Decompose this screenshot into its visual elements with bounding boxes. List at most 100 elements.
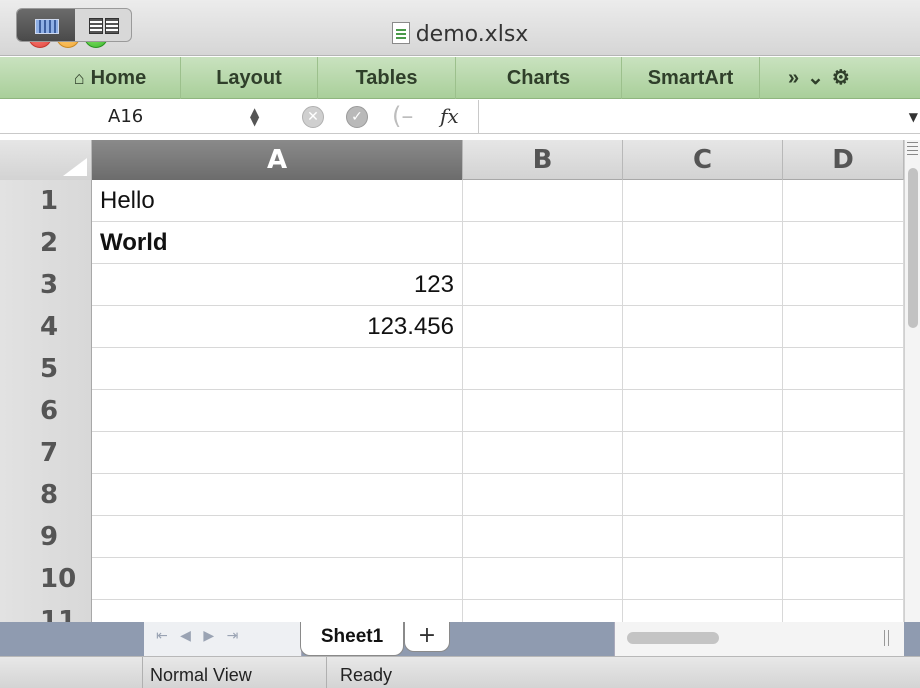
cell-b2[interactable] [463,222,623,264]
status-view-mode: Normal View [150,665,252,685]
cell-d4[interactable] [783,306,904,348]
sheet-tab-sheet1[interactable]: Sheet1 [300,622,404,656]
function-button[interactable]: fx [440,104,459,128]
cell-c11[interactable] [623,600,783,622]
cell-d10[interactable] [783,558,904,600]
row-header[interactable]: 1 [0,180,92,222]
table-row: 10 [0,558,904,600]
cell-b1[interactable] [463,180,623,222]
cell-d5[interactable] [783,348,904,390]
cell-c7[interactable] [623,432,783,474]
cell-d9[interactable] [783,516,904,558]
row-header[interactable]: 4 [0,306,92,348]
cell-b9[interactable] [463,516,623,558]
row-header[interactable]: 7 [0,432,92,474]
vertical-scroll-thumb[interactable] [908,168,918,328]
cell-b8[interactable] [463,474,623,516]
page-layout-view-icon[interactable] [75,9,131,41]
cell-c1[interactable] [623,180,783,222]
tab-tables[interactable]: Tables [318,57,456,99]
table-row: 11 [0,600,904,622]
cell-d8[interactable] [783,474,904,516]
tab-smartart[interactable]: SmartArt [622,57,760,99]
cell-b7[interactable] [463,432,623,474]
normal-view-icon[interactable] [17,9,75,41]
chevron-down-icon[interactable]: ⌄ [807,67,832,89]
row-header[interactable]: 8 [0,474,92,516]
vertical-scrollbar[interactable] [904,140,920,622]
row-header[interactable]: 10 [0,558,92,600]
insert-function-paren-icon[interactable]: (– [392,102,413,130]
tab-layout[interactable]: Layout [181,57,318,99]
cell-a3[interactable]: 123 [92,264,463,306]
cell-d6[interactable] [783,390,904,432]
cell-d11[interactable] [783,600,904,622]
column-header-a[interactable]: A [92,140,463,180]
column-headers: A B C D [0,140,904,180]
cell-c9[interactable] [623,516,783,558]
cell-b6[interactable] [463,390,623,432]
home-icon: ⌂ [73,68,85,88]
cell-c8[interactable] [623,474,783,516]
sheet-tabs-bar: ⇤ ◀ ▶ ⇥ Sheet1 + [0,622,920,656]
tab-charts[interactable]: Charts [456,57,622,99]
row-header[interactable]: 5 [0,348,92,390]
cancel-formula-button[interactable]: ✕ [302,106,324,128]
cell-b11[interactable] [463,600,623,622]
column-header-b[interactable]: B [463,140,623,180]
cell-a8[interactable] [92,474,463,516]
row-header[interactable]: 9 [0,516,92,558]
cell-c2[interactable] [623,222,783,264]
row-header[interactable]: 3 [0,264,92,306]
sheet-nav-arrows-icon[interactable]: ⇤ ◀ ▶ ⇥ [156,628,242,644]
cell-c5[interactable] [623,348,783,390]
cell-d2[interactable] [783,222,904,264]
formula-divider [478,100,479,134]
row-header[interactable]: 11 [0,600,92,622]
gear-icon[interactable]: ⚙ [832,67,858,89]
cell-b5[interactable] [463,348,623,390]
cell-c4[interactable] [623,306,783,348]
formula-expand-icon[interactable]: ▼ [909,110,918,124]
cell-b3[interactable] [463,264,623,306]
cell-a2[interactable]: World [92,222,463,264]
column-header-d[interactable]: D [783,140,904,180]
name-box-stepper-icon[interactable]: ▲ ▼ [250,106,259,127]
split-handle[interactable] [907,142,918,156]
name-box[interactable]: A16 [0,100,240,134]
cell-d1[interactable] [783,180,904,222]
cell-c6[interactable] [623,390,783,432]
tab-home-label: Home [90,67,147,89]
select-all-corner[interactable] [0,140,92,180]
spreadsheet-document-icon [391,22,410,44]
more-tabs-button[interactable]: » [788,67,807,89]
confirm-formula-button[interactable]: ✓ [346,106,368,128]
cell-a6[interactable] [92,390,463,432]
cell-d7[interactable] [783,432,904,474]
cell-b10[interactable] [463,558,623,600]
cell-a5[interactable] [92,348,463,390]
table-row: 9 [0,516,904,558]
row-header[interactable]: 2 [0,222,92,264]
spreadsheet-grid: A B C D 1 Hello 2 World 3 123 4 123.456 5 6 7 8 9 10 1… [0,140,904,622]
cell-c3[interactable] [623,264,783,306]
table-row: 3 123 [0,264,904,306]
add-sheet-button[interactable]: + [404,622,450,652]
cell-a4[interactable]: 123.456 [92,306,463,348]
cell-b4[interactable] [463,306,623,348]
cell-a10[interactable] [92,558,463,600]
horizontal-scroll-thumb[interactable] [627,632,719,644]
tab-home[interactable]: ⌂ Home [40,57,181,99]
column-header-c[interactable]: C [623,140,783,180]
cell-c10[interactable] [623,558,783,600]
row-header[interactable]: 6 [0,390,92,432]
formula-input[interactable] [490,106,890,128]
title-bar: demo.xlsx [0,0,920,56]
cell-a7[interactable] [92,432,463,474]
cell-a9[interactable] [92,516,463,558]
cell-a1[interactable]: Hello [92,180,463,222]
split-handle[interactable] [884,630,892,646]
cell-d3[interactable] [783,264,904,306]
cell-a11[interactable] [92,600,463,622]
horizontal-scrollbar[interactable] [614,622,904,656]
